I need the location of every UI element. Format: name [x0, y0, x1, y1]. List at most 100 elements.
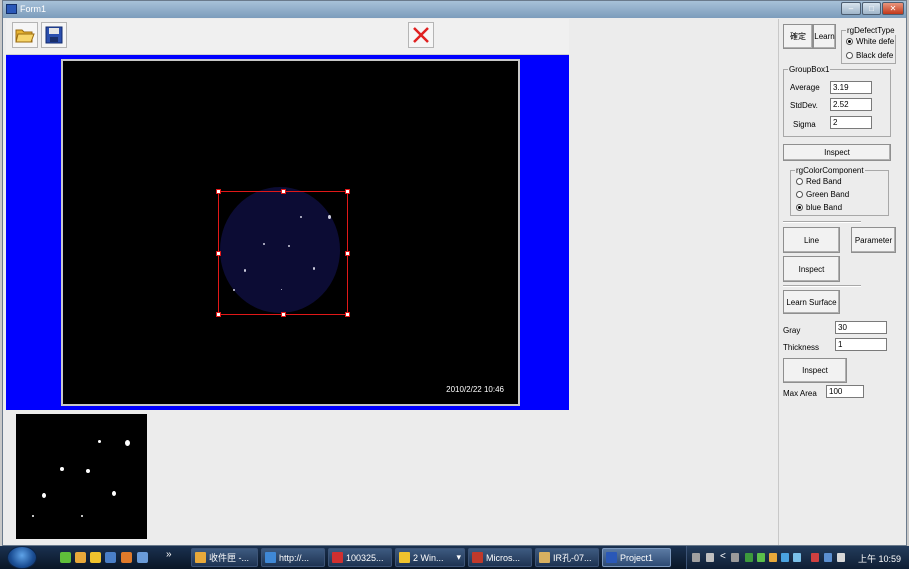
- line-button[interactable]: Line: [783, 227, 840, 253]
- thickness-field[interactable]: 1: [835, 338, 887, 351]
- clock[interactable]: 上午 10:59: [858, 552, 901, 565]
- window-title: Form1: [20, 4, 47, 14]
- settings-icon[interactable]: [706, 553, 714, 562]
- group-arrow-icon: ▾: [456, 552, 461, 562]
- confirm-button[interactable]: 確定: [783, 24, 813, 49]
- save-button[interactable]: [41, 22, 67, 48]
- radio-red-band[interactable]: Red Band: [796, 177, 842, 186]
- quicklaunch-ie-icon[interactable]: [60, 552, 71, 563]
- toolbar: [6, 19, 569, 55]
- taskbar-item-ir[interactable]: IR孔-07...: [535, 548, 599, 567]
- max-area-label: Max Area: [783, 389, 817, 398]
- taskbar-item-windows-group[interactable]: 2 Win... ▾: [395, 548, 465, 567]
- defect-blob: [86, 469, 90, 473]
- taskbar-item-mail[interactable]: 收件匣 -...: [191, 548, 258, 567]
- tray-blue-icon[interactable]: [781, 553, 789, 562]
- radio-black-defect[interactable]: Black defe: [846, 51, 896, 60]
- radio-label: White defe: [856, 37, 895, 46]
- tray-orange-icon[interactable]: [769, 553, 777, 562]
- taskbar-item-ie[interactable]: http://...: [261, 548, 325, 567]
- close-window-button[interactable]: ✕: [882, 2, 904, 15]
- sigma-field[interactable]: 2: [830, 116, 872, 129]
- roi-handle[interactable]: [216, 251, 221, 256]
- tray-app-icon[interactable]: [731, 553, 739, 562]
- form1-window: Form1 – □ ✕ 2010/2/22 10:46 確定 Learn rgD…: [2, 0, 907, 546]
- tray-check-icon[interactable]: [757, 553, 765, 562]
- thickness-label: Thickness: [783, 343, 820, 352]
- quicklaunch-app-icon[interactable]: [75, 552, 86, 563]
- ie-icon: [265, 552, 276, 563]
- volume-icon[interactable]: [837, 553, 845, 562]
- learn-surface-button[interactable]: Learn Surface: [783, 290, 840, 314]
- network-icon[interactable]: [824, 553, 832, 562]
- radio-label: Red Band: [806, 177, 842, 186]
- roi-handle[interactable]: [281, 189, 286, 194]
- parameter-button[interactable]: Parameter: [851, 227, 896, 253]
- mail-icon: [195, 552, 206, 563]
- defect-blob: [98, 440, 101, 443]
- folder-open-icon: [15, 29, 35, 43]
- quicklaunch-desktop-icon[interactable]: [137, 552, 148, 563]
- separator: [783, 221, 861, 223]
- roi-handle[interactable]: [345, 251, 350, 256]
- open-button[interactable]: [12, 22, 38, 48]
- radio-indicator: [846, 52, 853, 59]
- roi-rectangle[interactable]: [216, 189, 350, 317]
- radio-label: Black defe: [856, 51, 894, 60]
- defect-type-group: rgDefectType White defe Black defe: [841, 26, 896, 64]
- roi-handle[interactable]: [345, 189, 350, 194]
- gray-field[interactable]: 30: [835, 321, 887, 334]
- quicklaunch-explorer-icon[interactable]: [105, 552, 116, 563]
- roi-handle[interactable]: [216, 312, 221, 317]
- tray-red-icon[interactable]: [811, 553, 819, 562]
- defect-blob: [112, 491, 116, 496]
- groupbox1: GroupBox1 Average 3.19 StdDev. 2.52 Sigm…: [783, 65, 891, 137]
- roi-handle[interactable]: [216, 189, 221, 194]
- show-more-icon[interactable]: »: [166, 549, 172, 560]
- maximize-button[interactable]: □: [862, 2, 881, 15]
- red-x-icon: [413, 27, 429, 43]
- defect-type-caption: rgDefectType: [846, 26, 896, 35]
- pdf-icon: [332, 552, 343, 563]
- defect-blob: [42, 493, 46, 498]
- defect-blob: [81, 515, 83, 517]
- task-label: Micros...: [486, 552, 521, 563]
- keyboard-icon[interactable]: [692, 553, 700, 562]
- stddev-label: StdDev.: [790, 101, 818, 110]
- max-area-field[interactable]: 100: [826, 385, 864, 398]
- quicklaunch-firefox-icon[interactable]: [121, 552, 132, 563]
- roi-handle[interactable]: [345, 312, 350, 317]
- roi-handle[interactable]: [281, 312, 286, 317]
- stddev-field[interactable]: 2.52: [830, 98, 872, 111]
- tray-cloud-icon[interactable]: [793, 553, 801, 562]
- inspect-button-2[interactable]: Inspect: [783, 256, 840, 282]
- taskbar-item-microsoft[interactable]: Micros...: [468, 548, 532, 567]
- separator: [783, 285, 861, 287]
- image-panel: 2010/2/22 10:46: [6, 55, 569, 410]
- inspect-button-3[interactable]: Inspect: [783, 358, 847, 383]
- image-timestamp: 2010/2/22 10:46: [446, 385, 504, 394]
- radio-white-defect[interactable]: White defe: [846, 37, 896, 46]
- radio-green-band[interactable]: Green Band: [796, 190, 849, 199]
- taskbar-item-pdf[interactable]: 100325...: [328, 548, 392, 567]
- radio-indicator: [796, 204, 803, 211]
- close-image-button[interactable]: [408, 22, 434, 48]
- average-field[interactable]: 3.19: [830, 81, 872, 94]
- minimize-button[interactable]: –: [841, 2, 861, 15]
- radio-label: blue Band: [806, 203, 843, 212]
- tray-green-icon[interactable]: [745, 553, 753, 562]
- title-bar[interactable]: Form1 – □ ✕: [3, 1, 906, 18]
- image-view[interactable]: 2010/2/22 10:46: [61, 59, 520, 406]
- tray-expand-icon[interactable]: <: [720, 551, 726, 562]
- gray-label: Gray: [783, 326, 801, 335]
- inspect-button-1[interactable]: Inspect: [783, 144, 891, 161]
- task-label: http://...: [279, 552, 310, 563]
- folder-icon: [399, 552, 410, 563]
- radio-indicator: [846, 38, 853, 45]
- quicklaunch-media-icon[interactable]: [90, 552, 101, 563]
- learn-button[interactable]: Learn: [813, 24, 836, 49]
- app-icon[interactable]: [6, 4, 17, 14]
- radio-blue-band[interactable]: blue Band: [796, 203, 842, 212]
- start-button[interactable]: [7, 546, 37, 569]
- taskbar-item-project1[interactable]: Project1: [602, 548, 671, 567]
